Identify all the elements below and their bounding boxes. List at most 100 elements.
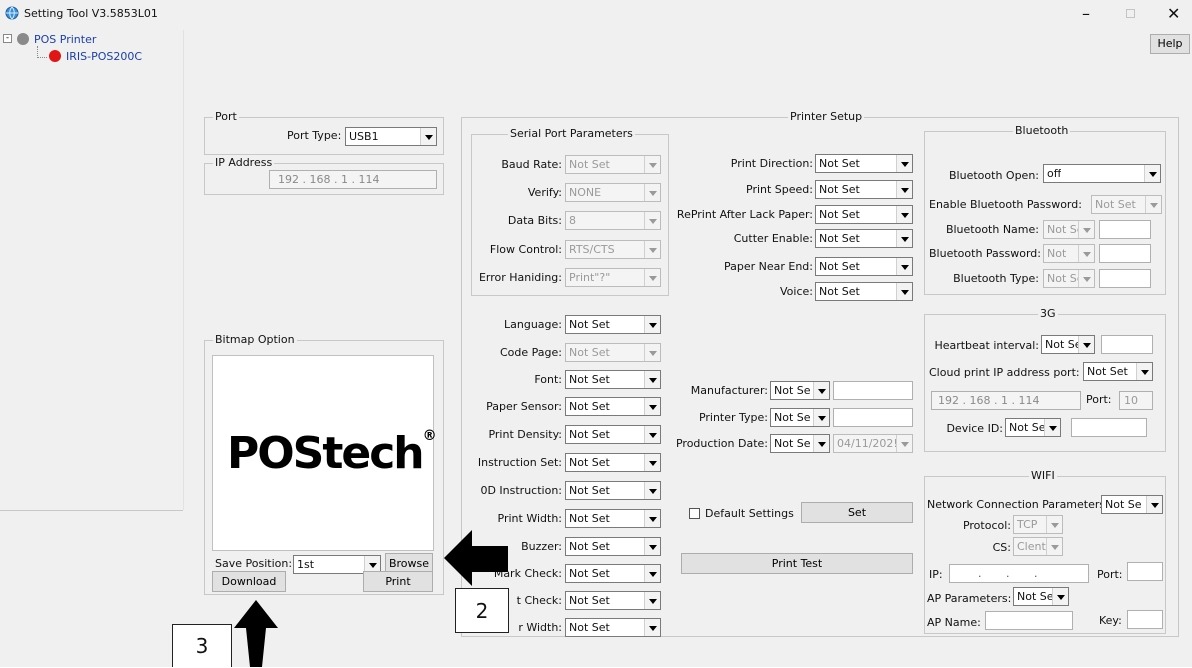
manufacturer-select[interactable]: Not Se (770, 381, 830, 400)
tree-root-label[interactable]: POS Printer (34, 33, 96, 46)
chevron-down-icon[interactable] (644, 565, 660, 582)
chevron-down-icon[interactable] (644, 482, 660, 499)
help-button[interactable]: Help (1150, 34, 1190, 54)
reprint-after-lack-paper-select[interactable]: Not Set (815, 205, 913, 224)
black-mark-check-select[interactable]: Not Set (565, 564, 661, 583)
bluetooth-password-field[interactable] (1099, 244, 1151, 263)
heartbeat-interval-field[interactable] (1101, 335, 1153, 354)
error-handling-select[interactable]: Print"?" (565, 268, 661, 287)
manufacturer-field[interactable] (833, 381, 913, 400)
device-id-select[interactable]: Not Se (1005, 418, 1061, 437)
print-speed-select[interactable]: Not Set (815, 180, 913, 199)
data-bits-select[interactable]: 8 (565, 211, 661, 230)
paper-near-end-select[interactable]: Not Set (815, 257, 913, 276)
production-date-picker[interactable]: 04/11/202! (833, 434, 913, 453)
chevron-down-icon[interactable] (644, 619, 660, 636)
chevron-down-icon[interactable] (896, 181, 912, 198)
chevron-down-icon[interactable] (896, 155, 912, 172)
key-field[interactable] (1127, 610, 1163, 629)
bluetooth-password-select[interactable]: Not (1043, 244, 1095, 263)
chevron-down-icon[interactable] (896, 283, 912, 300)
bluetooth-type-select[interactable]: Not Se (1043, 269, 1095, 288)
buzzer-select[interactable]: Not Set (565, 537, 661, 556)
chevron-down-icon[interactable] (644, 426, 660, 443)
chevron-down-icon[interactable] (1078, 336, 1094, 353)
chevron-down-icon[interactable] (644, 241, 660, 258)
chevron-down-icon[interactable] (1052, 588, 1068, 605)
production-date-select[interactable]: Not Se (770, 434, 830, 453)
ap-parameters-select[interactable]: Not Se (1013, 587, 1069, 606)
chevron-down-icon[interactable] (896, 206, 912, 223)
paper-check-select[interactable]: Not Set (565, 591, 661, 610)
chevron-down-icon[interactable] (644, 510, 660, 527)
device-id-field[interactable] (1071, 418, 1147, 437)
printer-type-field[interactable] (833, 408, 913, 427)
wifi-ip-field[interactable]: . . . (949, 564, 1089, 583)
close-icon[interactable]: ✕ (1167, 4, 1180, 23)
minimize-icon[interactable]: – (1082, 4, 1090, 23)
chevron-down-icon[interactable] (644, 592, 660, 609)
chevron-down-icon[interactable] (644, 316, 660, 333)
chevron-down-icon[interactable] (1078, 221, 1094, 238)
tree-collapse-icon[interactable]: - (3, 34, 12, 43)
cloud-ip-field[interactable]: 192 . 168 . 1 . 114 (931, 391, 1081, 410)
chevron-down-icon[interactable] (644, 156, 660, 173)
verify-select[interactable]: NONE (565, 183, 661, 202)
ap-name-field[interactable] (985, 611, 1073, 630)
set-button[interactable]: Set (801, 502, 913, 523)
default-settings-checkbox[interactable] (689, 508, 700, 519)
print-density-select[interactable]: Not Set (565, 425, 661, 444)
chevron-down-icon[interactable] (1078, 270, 1094, 287)
bluetooth-type-field[interactable] (1099, 269, 1151, 288)
network-connection-select[interactable]: Not Se (1101, 495, 1163, 514)
print-bitmap-button[interactable]: Print (363, 571, 433, 592)
chevron-down-icon[interactable] (644, 398, 660, 415)
protocol-select[interactable]: TCP (1013, 515, 1063, 534)
print-width-select[interactable]: Not Set (565, 509, 661, 528)
port-type-select[interactable]: USB1 (345, 127, 437, 146)
0d-instruction-select[interactable]: Not Set (565, 481, 661, 500)
cs-select[interactable]: Clent (1013, 537, 1063, 556)
paper-width-select[interactable]: Not Set (565, 618, 661, 637)
enable-bluetooth-password-select[interactable]: Not Set (1091, 195, 1162, 214)
bluetooth-name-field[interactable] (1099, 220, 1151, 239)
chevron-down-icon[interactable] (1145, 196, 1161, 213)
chevron-down-icon[interactable] (813, 382, 829, 399)
chevron-down-icon[interactable] (644, 371, 660, 388)
wifi-port-field[interactable] (1127, 562, 1163, 581)
cloud-print-port-select[interactable]: Not Set (1083, 362, 1153, 381)
maximize-icon[interactable] (1126, 9, 1135, 18)
chevron-down-icon[interactable] (644, 212, 660, 229)
ip-address-field[interactable]: 192 . 168 . 1 . 114 (269, 170, 437, 189)
chevron-down-icon[interactable] (644, 269, 660, 286)
chevron-down-icon[interactable] (896, 435, 912, 452)
chevron-down-icon[interactable] (1046, 516, 1062, 533)
tree-child-label[interactable]: IRIS-POS200C (66, 50, 142, 63)
chevron-down-icon[interactable] (644, 344, 660, 361)
cloud-port-field[interactable]: 10 (1119, 391, 1153, 410)
chevron-down-icon[interactable] (896, 258, 912, 275)
chevron-down-icon[interactable] (1078, 245, 1094, 262)
printer-type-select[interactable]: Not Se (770, 408, 830, 427)
chevron-down-icon[interactable] (1046, 538, 1062, 555)
code-page-select[interactable]: Not Set (565, 343, 661, 362)
heartbeat-interval-select[interactable]: Not Se (1041, 335, 1095, 354)
paper-sensor-select[interactable]: Not Set (565, 397, 661, 416)
flow-control-select[interactable]: RTS/CTS (565, 240, 661, 259)
chevron-down-icon[interactable] (644, 454, 660, 471)
bluetooth-open-select[interactable]: off (1043, 164, 1161, 183)
bluetooth-name-select[interactable]: Not Se (1043, 220, 1095, 239)
baud-rate-select[interactable]: Not Set (565, 155, 661, 174)
chevron-down-icon[interactable] (420, 128, 436, 145)
chevron-down-icon[interactable] (1044, 419, 1060, 436)
chevron-down-icon[interactable] (1136, 363, 1152, 380)
chevron-down-icon[interactable] (1144, 165, 1160, 182)
chevron-down-icon[interactable] (644, 184, 660, 201)
language-select[interactable]: Not Set (565, 315, 661, 334)
cutter-enable-select[interactable]: Not Set (815, 229, 913, 248)
voice-select[interactable]: Not Set (815, 282, 913, 301)
chevron-down-icon[interactable] (644, 538, 660, 555)
print-test-button[interactable]: Print Test (681, 553, 913, 574)
download-button[interactable]: Download (212, 571, 286, 592)
instruction-set-select[interactable]: Not Set (565, 453, 661, 472)
